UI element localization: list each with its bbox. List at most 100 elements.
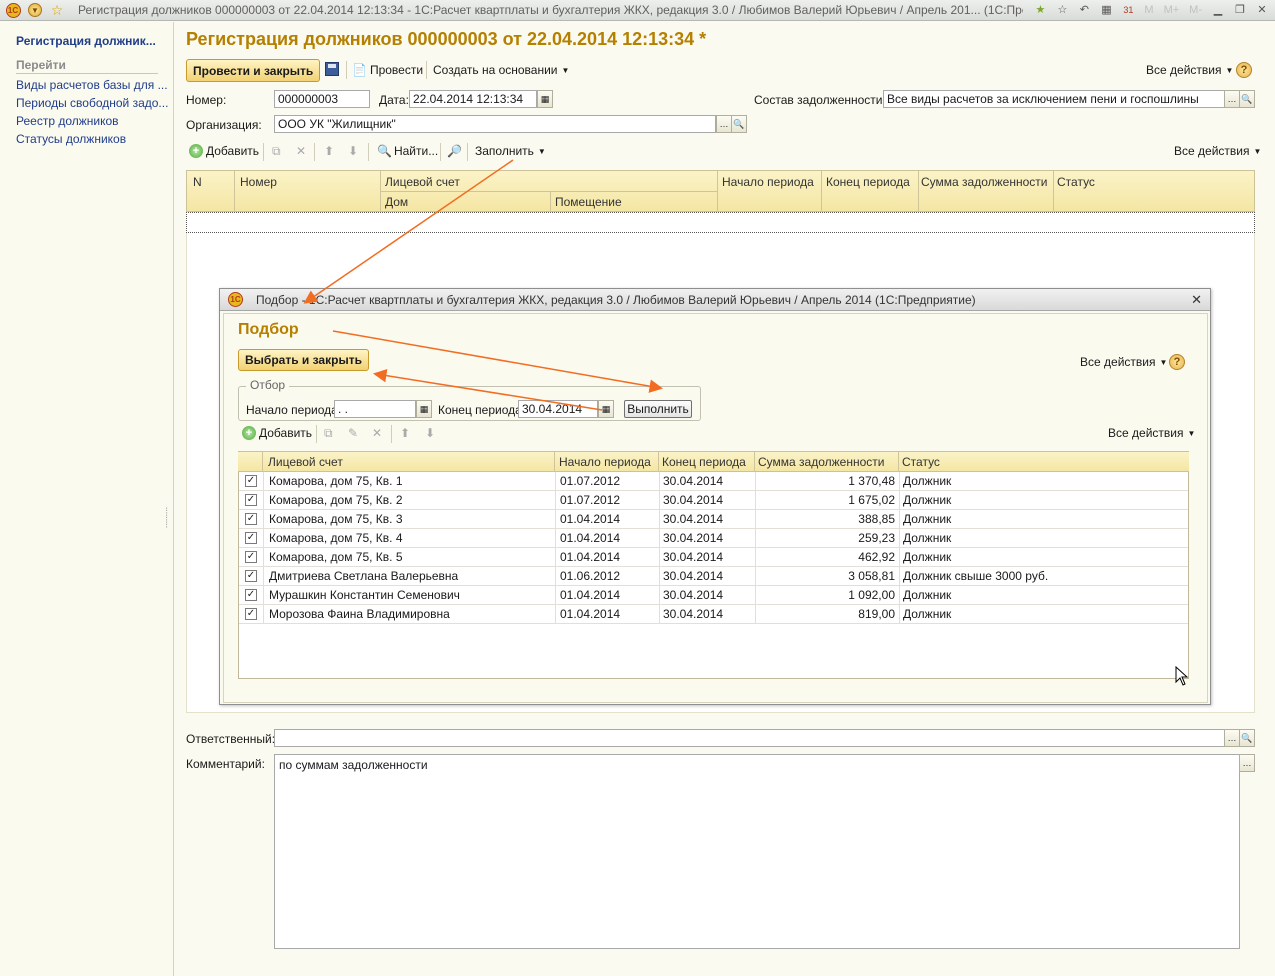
calendar-icon[interactable]: 31 <box>1119 1 1137 18</box>
col-header-start[interactable]: Начало периода <box>722 175 814 189</box>
selection-table-row[interactable]: ✓ Комарова, дом 75, Кв. 2 01.07.2012 30.04.… <box>239 491 1188 510</box>
cell-sum: 3 058,81 <box>848 569 895 583</box>
create-based-on-menu[interactable]: Создать на основании ▼ <box>433 63 569 77</box>
memory-m-minus[interactable]: M- <box>1189 4 1202 16</box>
execute-button[interactable]: Выполнить <box>624 400 692 418</box>
history-icon[interactable]: ↶ <box>1075 1 1093 18</box>
dialog-all-actions-menu[interactable]: Все действия ▼ <box>1080 355 1167 369</box>
table-all-actions-label: Все действия <box>1174 144 1250 158</box>
select-and-close-button[interactable]: Выбрать и закрыть <box>238 349 369 371</box>
memory-m-plus[interactable]: M+ <box>1164 4 1180 16</box>
save-button[interactable] <box>325 62 339 76</box>
cell-divider <box>263 529 264 548</box>
minimize-icon[interactable]: ▁ <box>1209 1 1227 18</box>
col-header-room[interactable]: Помещение <box>555 195 622 209</box>
dialog-edit-icon[interactable]: ✎ <box>348 426 358 440</box>
find-button[interactable]: 🔍 Найти... <box>377 144 438 158</box>
cancel-search-icon[interactable]: 🔎 <box>447 144 462 158</box>
row-checkbox[interactable]: ✓ <box>245 475 257 487</box>
dialog-table-all-actions-menu[interactable]: Все действия ▼ <box>1108 426 1195 440</box>
move-up-icon[interactable]: ⬆ <box>324 144 334 158</box>
col-header-end[interactable]: Конец периода <box>826 175 910 189</box>
sel-col-account[interactable]: Лицевой счет <box>268 455 343 469</box>
dialog-copy-icon[interactable]: ⧉ <box>324 426 333 441</box>
comment-textarea[interactable]: по суммам задолженности <box>274 754 1240 949</box>
sel-col-sum[interactable]: Сумма задолженности <box>758 455 884 469</box>
period-end-calendar-icon[interactable]: ▦ <box>598 400 614 418</box>
selection-table-row[interactable]: ✓ Морозова Фаина Владимировна 01.04.2014 30… <box>239 605 1188 624</box>
selection-table-row[interactable]: ✓ Комарова, дом 75, Кв. 1 01.07.2012 30.04.… <box>239 472 1188 491</box>
selection-table-row[interactable]: ✓ Комарова, дом 75, Кв. 3 01.04.2014 30.04.… <box>239 510 1188 529</box>
row-checkbox[interactable]: ✓ <box>245 551 257 563</box>
favorites-add-icon[interactable]: ★ <box>1031 1 1049 18</box>
close-icon[interactable]: ✕ <box>1253 1 1271 18</box>
sel-col-start[interactable]: Начало периода <box>559 455 651 469</box>
main-menu-icon[interactable]: ▼ <box>26 1 44 19</box>
responsible-search-icon[interactable]: 🔍 <box>1239 729 1255 747</box>
selection-table-row[interactable]: ✓ Комарова, дом 75, Кв. 4 01.04.2014 30.04.… <box>239 529 1188 548</box>
nav-title[interactable]: Регистрация должник... <box>16 34 156 48</box>
debt-composition-select-icon[interactable]: … <box>1224 90 1240 108</box>
debt-composition-field[interactable]: Все виды расчетов за исключением пени и … <box>883 90 1225 108</box>
period-start-calendar-icon[interactable]: ▦ <box>416 400 432 418</box>
nav-link-debtors-registry[interactable]: Реестр должников <box>16 114 119 128</box>
post-and-close-button[interactable]: Провести и закрыть <box>186 59 321 82</box>
post-button[interactable]: 📄 Провести <box>352 63 423 77</box>
responsible-select-icon[interactable]: … <box>1224 729 1240 747</box>
date-calendar-icon[interactable]: ▦ <box>537 90 553 108</box>
col-header-account[interactable]: Лицевой счет <box>385 175 460 189</box>
cell-end: 30.04.2014 <box>663 474 724 488</box>
dialog-move-down-icon[interactable]: ⬇ <box>425 426 435 440</box>
dialog-delete-icon[interactable]: ✕ <box>372 426 382 440</box>
nav-link-debtor-statuses[interactable]: Статусы должников <box>16 132 126 146</box>
calculator-icon[interactable]: ▦ <box>1097 1 1115 18</box>
date-field[interactable]: 22.04.2014 12:13:34 <box>409 90 537 108</box>
selection-table-row[interactable]: ✓ Комарова, дом 75, Кв. 5 01.04.2014 30.04.… <box>239 548 1188 567</box>
table-all-actions-menu[interactable]: Все действия ▼ <box>1174 144 1261 158</box>
dialog-add-button[interactable]: + Добавить <box>242 426 312 440</box>
number-field[interactable]: 000000003 <box>274 90 370 108</box>
row-checkbox[interactable]: ✓ <box>245 589 257 601</box>
debtors-table-empty-row[interactable] <box>186 212 1255 233</box>
copy-row-icon[interactable]: ⧉ <box>272 144 281 159</box>
nav-link-free-debt-periods[interactable]: Периоды свободной задо... <box>16 96 168 110</box>
favorites-star-icon[interactable]: ☆ <box>48 1 66 19</box>
sel-col-status[interactable]: Статус <box>902 455 940 469</box>
add-row-button[interactable]: + Добавить <box>189 144 259 158</box>
row-checkbox[interactable]: ✓ <box>245 513 257 525</box>
row-checkbox[interactable]: ✓ <box>245 608 257 620</box>
memory-m[interactable]: M <box>1144 4 1153 16</box>
dialog-close-icon[interactable]: ✕ <box>1191 292 1202 308</box>
app-logo-icon[interactable]: 1С <box>4 1 22 19</box>
all-actions-menu[interactable]: Все действия ▼ <box>1146 63 1233 77</box>
organization-field[interactable]: ООО УК "Жилищник" <box>274 115 716 133</box>
move-down-icon[interactable]: ⬇ <box>348 144 358 158</box>
delete-row-icon[interactable]: ✕ <box>296 144 306 158</box>
selection-table-row[interactable]: ✓ Мурашкин Константин Семенович 01.04.2014… <box>239 586 1188 605</box>
restore-icon[interactable]: ❐ <box>1231 1 1249 18</box>
period-end-field[interactable]: 30.04.2014 <box>518 400 598 418</box>
help-icon[interactable]: ? <box>1236 62 1252 78</box>
col-header-house[interactable]: Дом <box>385 195 408 209</box>
col-header-n[interactable]: N <box>193 175 202 189</box>
sel-col-end[interactable]: Конец периода <box>662 455 746 469</box>
debt-composition-search-icon[interactable]: 🔍 <box>1239 90 1255 108</box>
col-header-number[interactable]: Номер <box>240 175 277 189</box>
period-start-field[interactable]: . . <box>334 400 416 418</box>
col-header-status[interactable]: Статус <box>1057 175 1095 189</box>
row-checkbox[interactable]: ✓ <box>245 532 257 544</box>
responsible-field[interactable] <box>274 729 1225 747</box>
dialog-help-icon[interactable]: ? <box>1169 354 1185 370</box>
col-header-sum[interactable]: Сумма задолженности <box>921 175 1047 189</box>
comment-expand-icon[interactable]: … <box>1239 754 1255 772</box>
selection-table-row[interactable]: ✓ Дмитриева Светлана Валерьевна 01.06.2012… <box>239 567 1188 586</box>
organization-search-icon[interactable]: 🔍 <box>731 115 747 133</box>
nav-link-calc-types[interactable]: Виды расчетов базы для ... <box>16 78 168 92</box>
bookmark-icon[interactable]: ☆ <box>1053 1 1071 18</box>
panel-splitter-handle[interactable]: ⁝ ⁝ ⁝ <box>165 507 168 531</box>
organization-select-icon[interactable]: … <box>716 115 732 133</box>
fill-menu[interactable]: Заполнить ▼ <box>475 144 546 158</box>
row-checkbox[interactable]: ✓ <box>245 494 257 506</box>
row-checkbox[interactable]: ✓ <box>245 570 257 582</box>
dialog-move-up-icon[interactable]: ⬆ <box>400 426 410 440</box>
